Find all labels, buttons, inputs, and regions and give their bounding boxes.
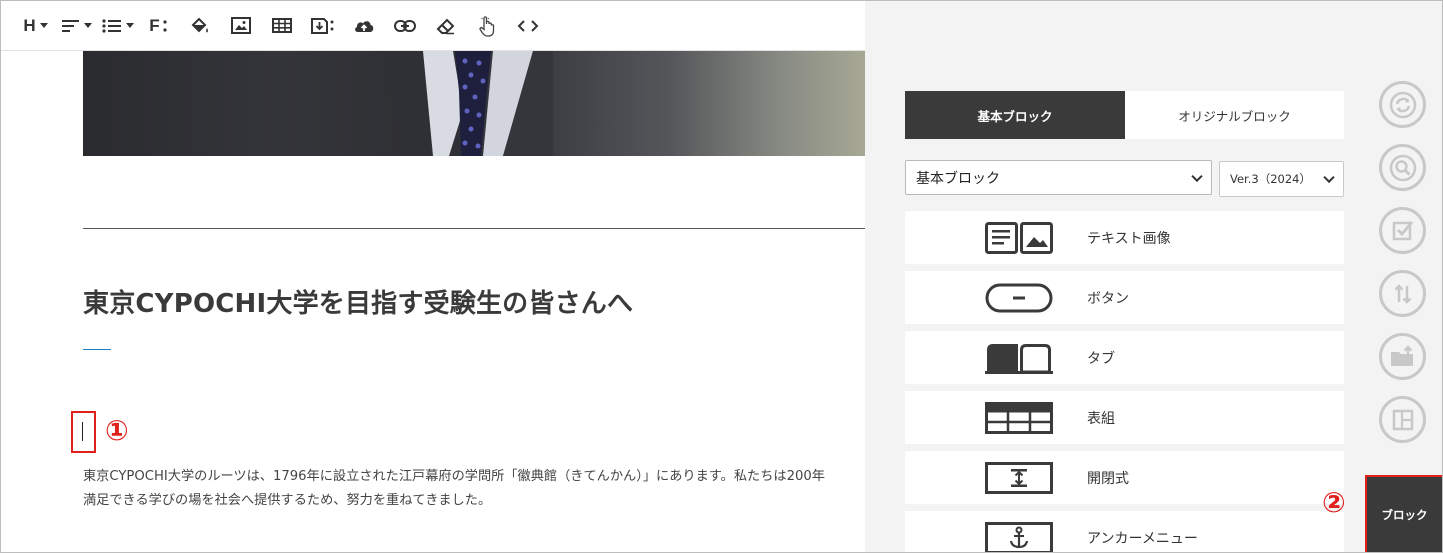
check-button[interactable] (1379, 207, 1426, 254)
heading-label: H (23, 15, 36, 35)
folder-upload-icon (1390, 344, 1413, 366)
file-download-button[interactable] (302, 8, 343, 44)
tab-basic-blocks[interactable]: 基本ブロック (905, 91, 1125, 139)
block-item-label: アンカーメニュー (1087, 530, 1198, 547)
block-item-label: 開閉式 (1087, 470, 1129, 487)
chevron-down-icon (1191, 170, 1203, 182)
block-panel: 基本ブロック オリジナルブロック 基本ブロック Ver.3（2024） テキスト… (865, 1, 1442, 552)
upload-button[interactable] (343, 8, 384, 44)
chevron-down-icon (39, 23, 48, 28)
table-button[interactable] (261, 8, 302, 44)
block-item-label: ボタン (1087, 290, 1129, 307)
link-icon (393, 19, 416, 32)
zoom-icon (1389, 154, 1416, 181)
sort-button[interactable] (1379, 270, 1426, 317)
source-code-button[interactable] (507, 8, 548, 44)
refresh-icon (1389, 91, 1416, 118)
font-size-dots-icon (163, 19, 167, 32)
font-size-button[interactable]: F (138, 8, 179, 44)
editor-toolbar: H F (1, 1, 865, 51)
empty-paragraph-highlight[interactable] (71, 411, 96, 453)
folder-upload-button[interactable] (1379, 333, 1426, 380)
layout-button[interactable] (1379, 396, 1426, 443)
zoom-button[interactable] (1379, 144, 1426, 191)
image-icon (230, 17, 251, 34)
refresh-button[interactable] (1379, 81, 1426, 128)
block-item-label: 表組 (1087, 410, 1115, 427)
app-window: H F 東京CYPOCHI大学を目指す受験生の皆さんへ ① 東京CYPOCHI大… (0, 0, 1443, 553)
version-select[interactable]: Ver.3（2024） (1219, 161, 1344, 197)
block-item-label: テキスト画像 (1087, 230, 1171, 247)
annotation-marker-1: ① (105, 414, 129, 447)
align-dropdown[interactable] (56, 8, 97, 44)
hand-pointer-icon (478, 15, 494, 37)
accordion-icon (985, 462, 1053, 494)
file-download-icon (310, 17, 333, 34)
cloud-upload-icon (354, 21, 373, 32)
image-button[interactable] (220, 8, 261, 44)
block-item-button[interactable]: ボタン (905, 271, 1344, 324)
block-item-text-image[interactable]: テキスト画像 (905, 211, 1344, 264)
body-line-2: 満足できる学びの場を社会へ提供するため、努力を重ねてきました。 (83, 493, 492, 508)
version-value: Ver.3（2024） (1230, 172, 1311, 186)
layout-icon (1392, 409, 1413, 430)
sort-icon (1394, 283, 1411, 304)
tab-original-blocks[interactable]: オリジナルブロック (1125, 91, 1344, 139)
code-icon (517, 19, 538, 32)
page-title: 東京CYPOCHI大学を目指す受験生の皆さんへ (83, 289, 634, 319)
block-panel-toggle-button[interactable]: ブロック (1365, 475, 1442, 552)
table-grid-icon (985, 402, 1053, 434)
block-item-label: タブ (1087, 350, 1115, 367)
block-category-select[interactable]: 基本ブロック (905, 160, 1212, 195)
align-left-icon (61, 19, 79, 32)
font-label: F (149, 15, 160, 35)
chevron-down-icon (1323, 171, 1335, 184)
body-paragraph[interactable]: 東京CYPOCHI大学のルーツは、1796年に設立された江戸幕府の学問所「徽典館… (83, 465, 865, 513)
annotation-marker-2: ② (1322, 486, 1346, 519)
link-button[interactable] (384, 8, 425, 44)
eraser-icon (436, 18, 454, 34)
editor-area: H F 東京CYPOCHI大学を目指す受験生の皆さんへ ① 東京CYPOCHI大… (1, 1, 865, 552)
block-tabs: 基本ブロック オリジナルブロック (905, 91, 1344, 139)
chevron-down-icon (125, 23, 134, 28)
hero-photo-tie (383, 51, 553, 156)
fill-color-button[interactable] (179, 8, 220, 44)
tab-icon (985, 344, 1053, 374)
block-item-table[interactable]: 表組 (905, 391, 1344, 444)
block-category-value: 基本ブロック (916, 170, 1000, 187)
text-caret (82, 422, 83, 441)
section-divider (83, 228, 865, 229)
title-underline-accent (83, 349, 111, 350)
block-item-anchor-menu[interactable]: アンカーメニュー (905, 511, 1344, 552)
body-line-1: 東京CYPOCHI大学のルーツは、1796年に設立された江戸幕府の学問所「徽典館… (83, 469, 825, 484)
pointer-button[interactable] (466, 8, 507, 44)
button-icon (985, 283, 1053, 313)
table-icon (271, 18, 292, 33)
heading-dropdown[interactable]: H (15, 8, 56, 44)
anchor-icon (985, 522, 1053, 552)
block-item-tab[interactable]: タブ (905, 331, 1344, 384)
block-list: テキスト画像 ボタン タブ 表組 開閉式 アンカーメニュー (905, 211, 1344, 552)
list-icon (101, 18, 121, 33)
paint-bucket-icon (191, 17, 208, 32)
block-item-accordion[interactable]: 開閉式 (905, 451, 1344, 504)
eraser-button[interactable] (425, 8, 466, 44)
hero-image (83, 51, 865, 156)
chevron-down-icon (83, 23, 92, 28)
list-dropdown[interactable] (97, 8, 138, 44)
text-image-icon (985, 222, 1053, 254)
checkbox-icon (1392, 220, 1413, 240)
